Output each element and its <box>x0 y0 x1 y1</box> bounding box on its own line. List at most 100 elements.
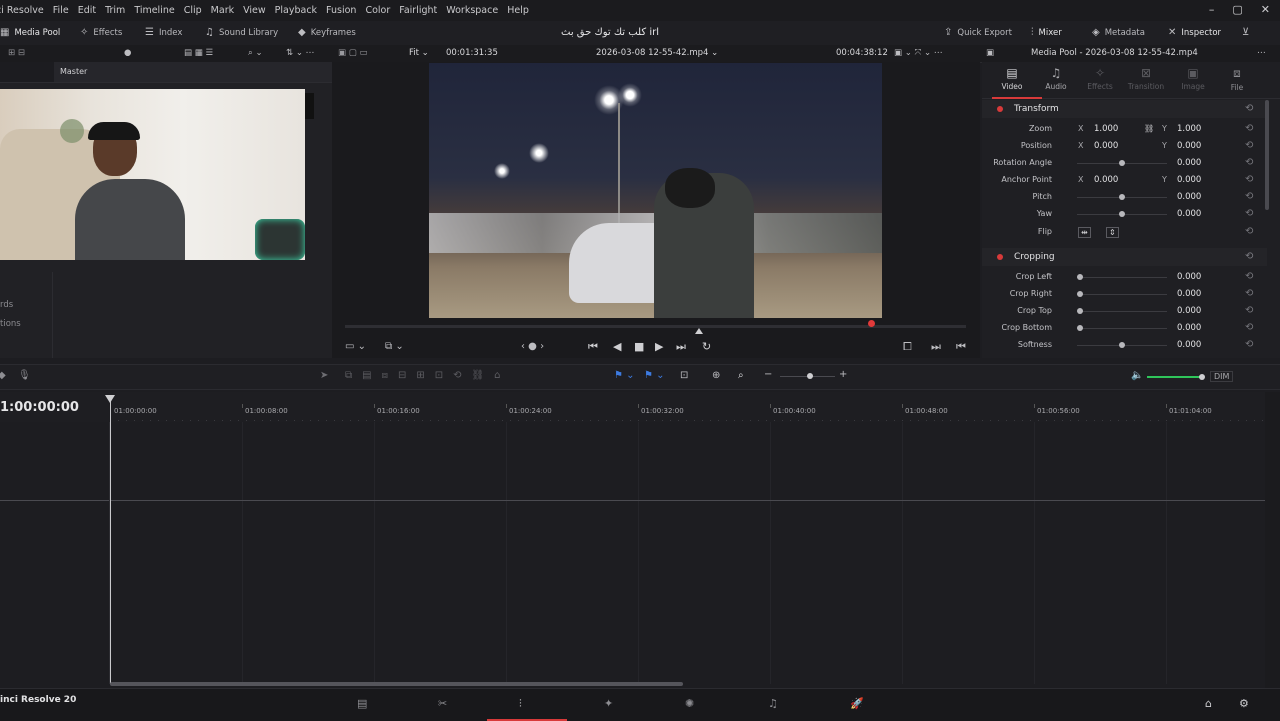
menu-fairlight[interactable]: Fairlight <box>399 5 437 16</box>
jog-icon[interactable]: ‹ ● › <box>521 341 544 352</box>
play-reverse-icon[interactable]: ◀ <box>613 340 621 353</box>
quick-export-button[interactable]: ⇪ Quick Export <box>944 27 1012 38</box>
reset-icon[interactable]: ⟲ <box>1245 251 1253 262</box>
inspector-tab-transition[interactable]: ⊠ Transition <box>1126 66 1166 91</box>
search-icon[interactable]: ⌕ ⌄ <box>248 48 263 58</box>
link-icon[interactable]: ⛓ <box>1144 124 1154 133</box>
marker-icon[interactable]: ◆ <box>0 370 6 381</box>
zoom-fit-dropdown[interactable]: Fit ⌄ <box>409 48 429 58</box>
yaw-slider[interactable] <box>1077 211 1167 217</box>
anchor-x-field[interactable]: 0.000 <box>1094 175 1118 185</box>
loop-icon[interactable]: ↻ <box>702 340 711 353</box>
zoom-detail-icon[interactable]: ⊕ <box>712 370 720 381</box>
inspector-tab-audio[interactable]: ♫ Audio <box>1036 66 1076 91</box>
slider-knob[interactable] <box>1199 374 1205 380</box>
zoom-in-icon[interactable]: + <box>839 369 847 380</box>
reset-icon[interactable]: ⟲ <box>1245 339 1253 350</box>
menu-timeline[interactable]: Timeline <box>134 5 174 16</box>
cut-page-icon[interactable]: ✂ <box>438 697 447 710</box>
in-marker[interactable] <box>695 328 703 334</box>
pool-view-icons[interactable]: ⊞ ⊟ <box>8 48 25 58</box>
reset-icon[interactable]: ⟲ <box>1245 288 1253 299</box>
menu-clip[interactable]: Clip <box>184 5 202 16</box>
play-icon[interactable]: ▶ <box>655 340 663 353</box>
menu-help[interactable]: Help <box>507 5 529 16</box>
smart-bin-item[interactable]: rds <box>0 300 13 310</box>
fairlight-page-icon[interactable]: ♫ <box>768 697 778 710</box>
pool-size-slider[interactable]: ● <box>124 48 131 58</box>
slider-knob[interactable] <box>1119 211 1125 217</box>
crop-right-slider[interactable] <box>1077 291 1167 297</box>
volume-slider[interactable] <box>1147 374 1205 380</box>
yaw-field[interactable]: 0.000 <box>1177 209 1201 219</box>
close-icon[interactable]: ✕ <box>1261 3 1270 16</box>
slider-knob[interactable] <box>1077 325 1083 331</box>
slider-knob[interactable] <box>1119 160 1125 166</box>
inspector-menu-icon[interactable]: ⋯ <box>1257 48 1266 58</box>
flag-icon[interactable]: ⚑ ⌄ <box>614 370 635 381</box>
fullscreen-icon[interactable]: ⧠ <box>903 340 912 354</box>
softness-field[interactable]: 0.000 <box>1177 340 1201 350</box>
list-view-icon[interactable]: ▤ ▦ ☰ <box>184 48 213 58</box>
timeline-playhead[interactable] <box>105 395 115 684</box>
media-page-icon[interactable]: ▤ <box>357 697 367 710</box>
stop-icon[interactable]: ■ <box>634 340 644 353</box>
reset-icon[interactable]: ⟲ <box>1245 271 1253 282</box>
playhead-marker[interactable] <box>868 320 875 327</box>
reset-icon[interactable]: ⟲ <box>1245 305 1253 316</box>
viewer-scrubber[interactable] <box>345 320 966 334</box>
cropping-section[interactable]: Cropping ⟲ <box>982 248 1267 266</box>
crop-left-field[interactable]: 0.000 <box>1177 272 1201 282</box>
reset-icon[interactable]: ⟲ <box>1245 140 1253 151</box>
crop-left-slider[interactable] <box>1077 274 1167 280</box>
softness-slider[interactable] <box>1077 342 1167 348</box>
home-icon[interactable]: ⌂ <box>1205 697 1212 710</box>
pitch-slider[interactable] <box>1077 194 1167 200</box>
zoom-y-field[interactable]: 1.000 <box>1177 124 1201 134</box>
menu-playback[interactable]: Playback <box>275 5 317 16</box>
menu-file[interactable]: File <box>53 5 69 16</box>
menu-workspace[interactable]: Workspace <box>446 5 498 16</box>
sort-icon[interactable]: ⇅ ⌄ ⋯ <box>286 48 314 58</box>
smart-bin-item[interactable]: tions <box>0 319 21 329</box>
menu-mark[interactable]: Mark <box>211 5 234 16</box>
reset-icon[interactable]: ⟲ <box>1245 191 1253 202</box>
zoom-full-icon[interactable]: ⊡ <box>680 370 688 381</box>
enable-dot[interactable] <box>997 254 1003 260</box>
deliver-page-icon[interactable]: 🚀 <box>850 697 864 710</box>
zoom-slider[interactable] <box>780 373 835 379</box>
timeline-hscroll[interactable] <box>110 682 683 686</box>
selection-tool-icon[interactable]: ➤ <box>320 370 328 381</box>
app-menu[interactable]: ci Resolve <box>0 5 44 16</box>
crop-right-field[interactable]: 0.000 <box>1177 289 1201 299</box>
inspector-tab-file[interactable]: ⧈ File <box>1217 66 1257 92</box>
edit-tools-icons[interactable]: ⧉▤⧈⊟⊞⊡⟲⛓⌂ <box>345 370 511 381</box>
position-y-field[interactable]: 0.000 <box>1177 141 1201 151</box>
marker-color-icon[interactable]: ⚑ ⌄ <box>644 370 665 381</box>
menu-edit[interactable]: Edit <box>78 5 96 16</box>
slider-knob[interactable] <box>1119 342 1125 348</box>
timeline-ruler[interactable]: 1:00:00:00 01:00:00:00 01:00:08:00 01:00… <box>0 392 1265 422</box>
viewer-options-icon[interactable]: ▣ ⌄ ⤧ ⌄ ⋯ <box>894 48 942 58</box>
reset-icon[interactable]: ⟲ <box>1245 123 1253 134</box>
viewer-clip-name[interactable]: 2026-03-08 12-55-42.mp4 ⌄ <box>596 48 718 58</box>
microphone-icon[interactable]: 🎙 <box>18 370 31 381</box>
skip-start-icon[interactable]: ⏮ <box>588 340 598 354</box>
gear-icon[interactable]: ⚙ <box>1239 697 1249 710</box>
timeline-tracks[interactable] <box>0 422 1265 684</box>
minimize-icon[interactable]: – <box>1209 3 1215 16</box>
viewer-mode-icon[interactable]: ▭ ⌄ <box>345 341 366 352</box>
transform-section[interactable]: Transform ⟲ <box>982 100 1267 118</box>
rotation-field[interactable]: 0.000 <box>1177 158 1201 168</box>
pitch-field[interactable]: 0.000 <box>1177 192 1201 202</box>
dim-button[interactable]: DIM <box>1210 371 1234 382</box>
restore-icon[interactable]: ▢ <box>1232 3 1242 16</box>
speaker-icon[interactable]: 🔈 <box>1131 370 1143 381</box>
anchor-y-field[interactable]: 0.000 <box>1177 175 1201 185</box>
pool-scroll[interactable] <box>305 93 314 119</box>
menu-view[interactable]: View <box>243 5 266 16</box>
reset-icon[interactable]: ⟲ <box>1245 322 1253 333</box>
inspector-tab-effects[interactable]: ✧ Effects <box>1080 66 1120 91</box>
next-clip-icon[interactable]: ⏭ <box>931 340 941 354</box>
position-x-field[interactable]: 0.000 <box>1094 141 1118 151</box>
